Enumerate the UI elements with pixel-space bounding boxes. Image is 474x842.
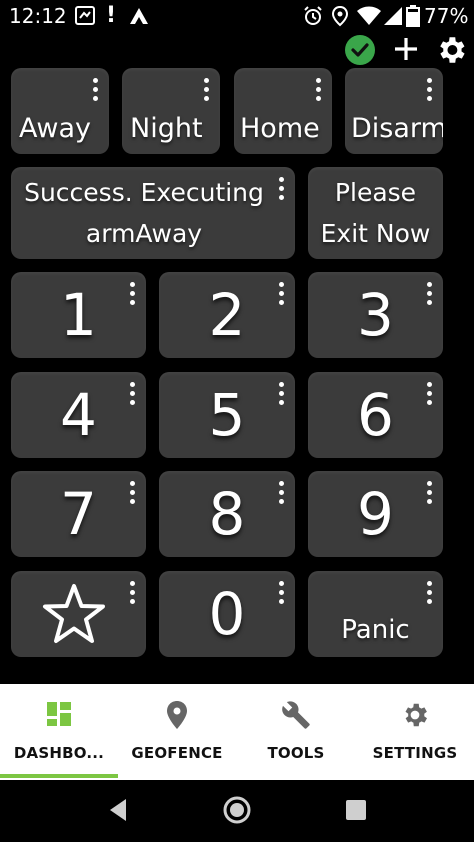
dashboard-icon [47, 702, 71, 726]
key-0-button[interactable]: 0 [159, 571, 295, 657]
system-navigation-bar [0, 780, 474, 842]
connected-check-icon[interactable] [344, 34, 376, 66]
tile-menu-icon[interactable] [204, 78, 210, 104]
nav-tools[interactable]: TOOLS [237, 684, 355, 780]
key-7-button[interactable]: 7 [11, 471, 146, 557]
tile-menu-icon[interactable] [316, 78, 322, 104]
mode-night-button[interactable]: Night [122, 68, 220, 154]
tile-menu-icon[interactable] [93, 78, 99, 104]
mode-home-button[interactable]: Home [234, 68, 332, 154]
nav-dashboard-label: DASHBO... [13, 744, 105, 762]
tile-menu-icon[interactable] [427, 78, 433, 104]
settings-gear-icon[interactable] [434, 33, 468, 67]
key-digit: 1 [60, 281, 97, 349]
key-digit: 7 [60, 480, 97, 548]
location-pin-icon [167, 701, 187, 729]
tile-menu-icon[interactable] [427, 581, 433, 607]
home-icon[interactable] [222, 795, 252, 825]
status-message-tile[interactable]: Success. Executing armAway [11, 167, 295, 259]
active-tab-indicator [0, 774, 118, 778]
exit-message-tile[interactable]: Please Exit Now [308, 167, 443, 259]
battery-percent: 77% [424, 4, 469, 28]
messaging-notification-icon [75, 6, 95, 25]
nav-settings-label: SETTINGS [372, 744, 458, 762]
key-digit: 2 [208, 281, 246, 349]
add-icon[interactable] [391, 34, 421, 64]
mode-away-button[interactable]: Away [11, 68, 109, 154]
mode-label: Disarm [351, 113, 443, 144]
mode-label: Home [240, 113, 320, 144]
key-digit: 3 [357, 281, 394, 349]
triangle-notification-icon [130, 8, 148, 24]
key-digit: 9 [357, 480, 394, 548]
key-digit: 6 [357, 381, 394, 449]
cell-signal-icon [384, 7, 402, 25]
app-bar [0, 32, 474, 68]
exit-message-line1: Please [334, 178, 417, 207]
mode-label: Away [19, 113, 91, 144]
key-9-button[interactable]: 9 [308, 471, 443, 557]
tile-menu-icon[interactable] [130, 581, 136, 607]
panic-button[interactable]: Panic [308, 571, 443, 657]
key-3-button[interactable]: 3 [308, 272, 443, 358]
status-message-line1: Success. Executing [24, 178, 264, 207]
status-message-line2: armAway [85, 219, 203, 248]
location-pin-icon [331, 5, 349, 27]
wifi-icon [357, 6, 381, 25]
panic-label: Panic [341, 615, 410, 645]
back-icon[interactable] [106, 797, 130, 823]
key-5-button[interactable]: 5 [159, 372, 295, 458]
battery-icon [406, 5, 420, 27]
nav-geofence[interactable]: GEOFENCE [118, 684, 236, 780]
nav-dashboard[interactable]: DASHBO... [0, 684, 118, 780]
status-time: 12:12 [9, 4, 67, 28]
key-4-button[interactable]: 4 [11, 372, 146, 458]
key-1-button[interactable]: 1 [11, 272, 146, 358]
key-2-button[interactable]: 2 [159, 272, 295, 358]
settings-gear-icon [405, 703, 427, 727]
alarm-clock-icon [304, 6, 322, 25]
key-digit: 5 [208, 381, 246, 449]
key-digit: 4 [60, 381, 97, 449]
key-digit: 8 [208, 480, 246, 548]
key-digit: 0 [208, 580, 246, 648]
bottom-navigation: DASHBO... GEOFENCE TOOLS SETTINGS [0, 684, 474, 780]
recents-icon[interactable] [345, 799, 367, 821]
key-6-button[interactable]: 6 [308, 372, 443, 458]
alert-notification-icon: ! [106, 3, 117, 28]
exit-message-line2: Exit Now [320, 219, 431, 248]
mode-label: Night [130, 113, 203, 144]
nav-tools-label: TOOLS [267, 744, 325, 762]
status-bar: 12:12 ! 77% [0, 0, 474, 32]
star-icon [43, 584, 105, 643]
key-star-button[interactable] [11, 571, 146, 657]
mode-disarm-button[interactable]: Disarm [345, 68, 443, 154]
nav-settings[interactable]: SETTINGS [356, 684, 474, 780]
nav-geofence-label: GEOFENCE [131, 744, 223, 762]
key-8-button[interactable]: 8 [159, 471, 295, 557]
wrench-icon [282, 701, 310, 729]
